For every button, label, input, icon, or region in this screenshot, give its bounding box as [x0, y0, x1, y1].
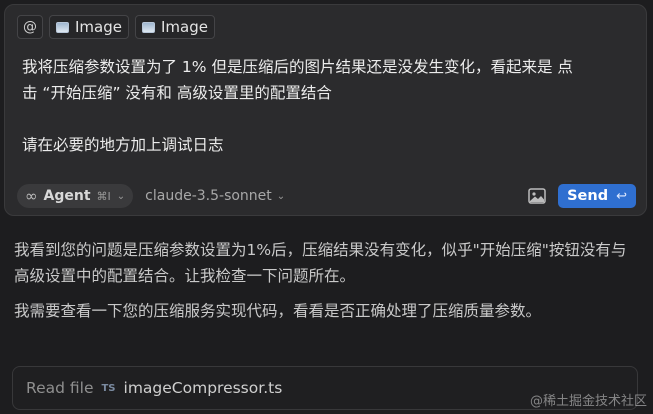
prompt-line: 击 “开始压缩” 没有和 高级设置里的配置结合	[22, 84, 332, 102]
mode-shortcut: ⌘I	[96, 189, 111, 203]
enter-icon: ↩	[616, 188, 627, 204]
image-attachment-chip[interactable]: Image	[49, 15, 129, 39]
file-name: imageCompressor.ts	[123, 379, 283, 397]
prompt-line: 我将压缩参数设置为了 1% 但是压缩后的图片结果还是没发生变化，看起来是 点	[22, 58, 573, 76]
at-icon: @	[23, 19, 37, 35]
attach-image-button[interactable]	[528, 188, 546, 204]
prompt-input[interactable]: 我将压缩参数设置为了 1% 但是压缩后的图片结果还是没发生变化，看起来是 点 击…	[22, 54, 632, 158]
context-chips: @ Image Image	[17, 15, 215, 39]
watermark: @稀土掘金技术社区	[529, 394, 647, 409]
model-selector[interactable]: claude-3.5-sonnet ⌄	[145, 188, 285, 204]
chat-composer: @ Image Image 我将压缩参数设置为了 1% 但是压缩后的图片结果还是…	[4, 4, 647, 216]
infinity-icon: ∞	[25, 187, 38, 205]
image-icon	[141, 21, 155, 33]
send-label: Send	[567, 188, 609, 204]
chevron-down-icon: ⌄	[116, 190, 126, 202]
mode-label: Agent	[43, 188, 91, 204]
image-chip-label: Image	[75, 18, 122, 36]
send-button[interactable]: Send ↩	[558, 184, 636, 208]
typescript-file-icon: TS	[101, 382, 116, 394]
image-icon	[56, 21, 69, 33]
composer-toolbar: ∞ Agent ⌘I ⌄ claude-3.5-sonnet ⌄ Send ↩	[17, 183, 636, 209]
assistant-paragraph: 我看到您的问题是压缩参数设置为1%后，压缩结果没有变化，似乎"开始压缩"按钮没有…	[14, 241, 627, 285]
tool-call-verb: Read file	[26, 379, 94, 397]
mode-selector[interactable]: ∞ Agent ⌘I ⌄	[17, 184, 134, 208]
image-icon	[528, 188, 546, 204]
image-chip-label: Image	[160, 18, 208, 36]
mention-button[interactable]: @	[17, 15, 43, 39]
image-attachment-chip[interactable]: Image	[134, 15, 215, 39]
chevron-down-icon: ⌄	[276, 190, 286, 202]
assistant-paragraph: 我需要查看一下您的压缩服务实现代码，看看是否正确处理了压缩质量参数。	[14, 302, 542, 320]
prompt-line: 请在必要的地方加上调试日志	[22, 136, 224, 154]
model-label: claude-3.5-sonnet	[145, 188, 272, 204]
